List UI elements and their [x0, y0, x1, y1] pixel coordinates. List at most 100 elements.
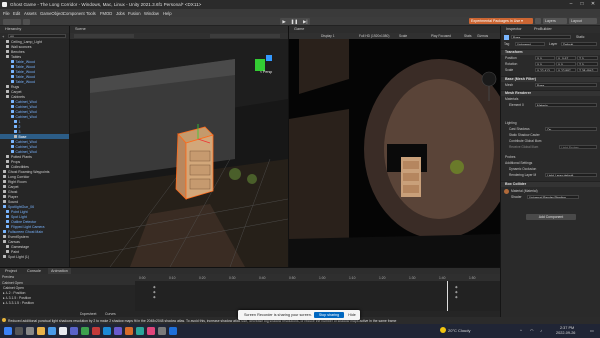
menu-window[interactable]: Window: [144, 11, 159, 16]
weather-text[interactable]: 20°C Cloudy: [448, 328, 471, 333]
search-icon[interactable]: [15, 327, 23, 335]
menu-fmod[interactable]: FMOD: [100, 11, 112, 16]
playhead[interactable]: [447, 281, 448, 311]
materials-label[interactable]: Materials: [505, 97, 518, 101]
stats-toggle[interactable]: Stats: [464, 34, 472, 38]
start-icon[interactable]: [4, 327, 12, 335]
gizmos-toggle[interactable]: Gizmos: [477, 34, 488, 38]
menu-edit[interactable]: Edit: [13, 11, 20, 16]
layer-dropdown[interactable]: Default: [561, 42, 597, 46]
shader-dropdown[interactable]: Universal Render Pipeline: [527, 195, 579, 199]
curves-toggle[interactable]: Curves: [105, 312, 116, 316]
rotation-z-field[interactable]: Z 0: [577, 62, 598, 66]
app-icon[interactable]: [147, 327, 155, 335]
app-icon[interactable]: [92, 327, 100, 335]
persp-label[interactable]: < Persp: [260, 70, 272, 74]
minimize-icon[interactable]: –: [566, 1, 576, 8]
display-dropdown[interactable]: Display 1: [321, 34, 335, 38]
timeline-ruler[interactable]: 0:00 0:10 0:20 0:30 0:40 0:50 1:00 1:10 1:20 1:30…: [135, 274, 500, 281]
mesh-field[interactable]: Base: [535, 83, 597, 87]
stop-sharing-button[interactable]: Stop sharing: [314, 312, 344, 318]
box-collider-section[interactable]: Box Collider: [501, 181, 600, 187]
clock-date[interactable]: 2022-09-26: [556, 331, 575, 335]
cast-shadows-dropdown[interactable]: On: [545, 127, 597, 131]
app-icon[interactable]: [125, 327, 133, 335]
dopesheet-area[interactable]: ◆ ◆ ◆ ◆ ◆ ◆: [135, 281, 500, 311]
scale-y-field[interactable]: Y 22.987: [556, 68, 576, 72]
additional-settings-label[interactable]: Additional Settings: [505, 161, 532, 165]
keyframe-diamond[interactable]: ◆: [153, 290, 156, 294]
tab-hierarchy[interactable]: Hierarchy: [2, 26, 24, 32]
game-render[interactable]: [289, 39, 500, 267]
add-icon[interactable]: +: [2, 34, 4, 39]
app-icon[interactable]: [103, 327, 111, 335]
pause-icon[interactable]: ❚❚: [291, 19, 299, 25]
app-icon[interactable]: [114, 327, 122, 335]
app-icon[interactable]: [169, 327, 177, 335]
hierarchy-search-input[interactable]: All: [8, 34, 66, 38]
rendering-layer-dropdown[interactable]: Light Layer default: [545, 173, 597, 177]
keyframe-diamond[interactable]: ◆: [455, 285, 458, 289]
scene-view-options[interactable]: [210, 34, 280, 38]
tag-dropdown[interactable]: Untagged: [515, 42, 545, 46]
app-icon[interactable]: [81, 327, 89, 335]
menu-tools[interactable]: Tools: [86, 11, 96, 16]
probes-label[interactable]: Probes: [505, 155, 515, 159]
maximize-icon[interactable]: □: [577, 1, 587, 8]
teams-icon[interactable]: [70, 327, 78, 335]
task-view-icon[interactable]: [26, 327, 34, 335]
scale-x-field[interactable]: X 22.413: [535, 68, 555, 72]
app-icon[interactable]: [136, 327, 144, 335]
scale-slider[interactable]: Scale: [399, 34, 407, 38]
layers-dropdown[interactable]: Layers: [543, 18, 567, 24]
position-y-field[interactable]: Y -0.67: [556, 56, 576, 60]
resolution-dropdown[interactable]: Full HD (1920x1080): [359, 34, 389, 38]
preview-toggle[interactable]: Preview: [2, 275, 14, 279]
close-icon[interactable]: ✕: [588, 1, 598, 8]
mesh-renderer-section[interactable]: Mesh Renderer: [501, 90, 600, 96]
app-icon[interactable]: [158, 327, 166, 335]
dopesheet-toggle[interactable]: Dopesheet: [80, 312, 96, 316]
scene-tools[interactable]: [74, 34, 134, 38]
keyframe-diamond[interactable]: ◆: [455, 290, 458, 294]
position-z-field[interactable]: Z 0: [577, 56, 598, 60]
keyframe-diamond[interactable]: ◆: [153, 285, 156, 289]
object-name-field[interactable]: Base: [511, 35, 571, 39]
menu-component[interactable]: Component: [63, 11, 85, 16]
hide-button[interactable]: Hide: [346, 312, 358, 318]
menu-file[interactable]: File: [3, 11, 10, 16]
file-explorer-icon[interactable]: [37, 327, 45, 335]
rotation-x-field[interactable]: X 0: [535, 62, 555, 66]
account-button[interactable]: [3, 18, 21, 25]
hierarchy-item[interactable]: Spot Light (1): [0, 254, 69, 259]
tab-scene[interactable]: Scene: [72, 26, 89, 32]
menu-assets[interactable]: Assets: [24, 11, 37, 16]
menu-gameobject[interactable]: GameObject: [40, 11, 64, 16]
menu-jobs[interactable]: Jobs: [116, 11, 125, 16]
experimental-packages-badge[interactable]: Experimental Packages In Use ▾: [469, 18, 533, 24]
mesh-filter-section[interactable]: Base (Mesh Filter): [501, 76, 600, 82]
weather-icon[interactable]: [440, 327, 446, 333]
clock-time[interactable]: 2:37 PM: [560, 326, 574, 330]
tab-inspector[interactable]: Inspector: [503, 26, 525, 32]
play-focused-dropdown[interactable]: Play Focused: [431, 34, 451, 38]
menu-help[interactable]: Help: [163, 11, 172, 16]
transform-section[interactable]: Transform: [501, 49, 600, 55]
play-icon[interactable]: ▶: [282, 19, 285, 25]
step-icon[interactable]: ▶|: [303, 19, 308, 25]
animation-property-row[interactable]: ▸ ⅄ 3.3.1.5 : Position: [0, 301, 135, 306]
scale-z-field[interactable]: Z 38.4942: [577, 68, 598, 72]
static-toggle[interactable]: Static: [576, 35, 584, 39]
material-component-title[interactable]: Material (Material): [511, 189, 538, 193]
scene-render[interactable]: [70, 39, 288, 267]
rotation-y-field[interactable]: Y 0: [556, 62, 576, 66]
volume-icon[interactable]: ♪: [540, 328, 542, 333]
layout-dropdown[interactable]: Layout: [569, 18, 597, 24]
receive-gi-dropdown[interactable]: Light Probes: [559, 145, 597, 149]
tab-probuilder[interactable]: ProBuilder: [531, 26, 555, 32]
keyframe-diamond[interactable]: ◆: [455, 295, 458, 299]
tab-game[interactable]: Game: [291, 26, 307, 32]
notification-icon[interactable]: ▭: [590, 328, 594, 333]
cloud-icon[interactable]: [23, 18, 30, 25]
position-x-field[interactable]: X 0: [535, 56, 555, 60]
